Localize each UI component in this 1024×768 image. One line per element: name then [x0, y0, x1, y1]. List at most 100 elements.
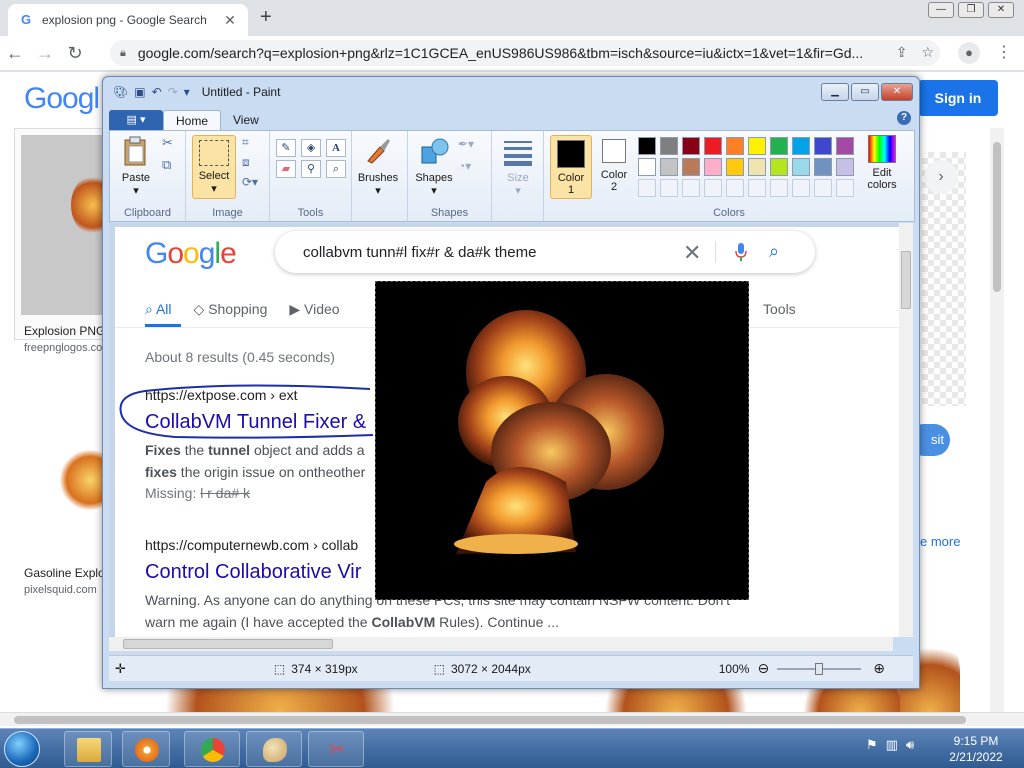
see-more-link[interactable]: e more — [920, 534, 960, 549]
color-swatch[interactable] — [836, 158, 854, 176]
image-caption[interactable]: Gasoline Explo — [24, 566, 105, 580]
tab-close-icon[interactable]: ✕ — [222, 12, 238, 29]
image-result-card[interactable] — [20, 380, 120, 560]
lock-icon[interactable]: 🔒︎ — [120, 47, 126, 60]
color-swatch[interactable] — [836, 137, 854, 155]
explosion-thumbnail[interactable] — [21, 135, 115, 315]
url-text[interactable]: google.com/search?q=explosion+png&rlz=1C… — [138, 45, 868, 61]
zoom-slider[interactable] — [777, 662, 862, 675]
page-horizontal-scrollbar[interactable] — [0, 712, 1024, 726]
color-swatch[interactable] — [748, 158, 766, 176]
cut-icon[interactable]: ✂ — [162, 135, 173, 151]
clock[interactable]: 9:15 PM 2/21/2022 — [946, 733, 1006, 765]
customize-dropdown-icon[interactable]: ▾ — [184, 85, 190, 99]
restore-button[interactable]: ❐ — [958, 2, 984, 18]
color-swatch[interactable] — [814, 137, 832, 155]
color2-button[interactable]: Color 2 — [594, 135, 634, 193]
color-swatch[interactable] — [748, 137, 766, 155]
color-swatch[interactable] — [660, 137, 678, 155]
fill-icon[interactable]: ◔▾ — [458, 159, 471, 173]
color-swatch[interactable] — [682, 158, 700, 176]
canvas-vertical-scrollbar[interactable] — [899, 223, 913, 637]
forward-arrow-icon[interactable]: → — [30, 43, 60, 64]
color-swatch[interactable] — [682, 179, 700, 197]
fill-bucket-icon[interactable]: ◈ — [301, 139, 321, 157]
browser-tab[interactable]: G explosion png - Google Search ✕ — [8, 4, 248, 36]
color-swatch[interactable] — [660, 179, 678, 197]
rotate-icon[interactable]: ⟳▾ — [242, 175, 258, 189]
paste-button[interactable]: Paste ▾ — [114, 135, 158, 197]
color-swatch[interactable] — [704, 137, 722, 155]
image-result-card[interactable] — [14, 128, 115, 340]
color-swatch[interactable] — [792, 179, 810, 197]
start-button[interactable] — [4, 731, 40, 767]
browser-menu-icon[interactable]: ⋮ — [996, 42, 1012, 62]
paint-app-icon[interactable]: 🎨︎ — [113, 85, 128, 99]
redo-icon[interactable]: ↷ — [168, 85, 178, 99]
color-swatch[interactable] — [770, 158, 788, 176]
edit-colors-button[interactable]: Edit colors — [858, 135, 906, 191]
color-swatch[interactable] — [792, 158, 810, 176]
next-arrow-icon[interactable]: › — [924, 160, 958, 194]
color-swatch[interactable] — [704, 179, 722, 197]
color-swatch[interactable] — [726, 158, 744, 176]
profile-avatar-icon[interactable]: ● — [958, 42, 980, 64]
outline-icon[interactable]: ✒▾ — [458, 137, 474, 151]
google-logo[interactable]: Googl — [24, 82, 100, 116]
pencil-icon[interactable]: ✎ — [276, 139, 296, 157]
page-vertical-scrollbar[interactable] — [990, 128, 1004, 712]
pasted-explosion-selection[interactable] — [375, 281, 749, 600]
color-swatch[interactable] — [726, 179, 744, 197]
file-menu-button[interactable]: ▤ ▾ — [109, 110, 163, 130]
brushes-button[interactable]: Brushes ▾ — [356, 135, 400, 197]
color-swatch[interactable] — [638, 137, 656, 155]
color-swatch[interactable] — [726, 137, 744, 155]
magnifier-icon[interactable]: ⌕ — [326, 160, 346, 178]
new-tab-button[interactable]: + — [260, 6, 272, 29]
network-icon[interactable]: ▥ — [886, 737, 898, 753]
tab-view[interactable]: View — [221, 110, 271, 130]
color-swatch[interactable] — [638, 158, 656, 176]
zoom-out-icon[interactable]: ⊖ — [757, 660, 769, 677]
color-swatch[interactable] — [682, 137, 700, 155]
paint-minimize-button[interactable]: ▁ — [821, 83, 849, 101]
save-icon[interactable]: ▣ — [134, 85, 145, 99]
color1-button[interactable]: Color 1 — [550, 135, 592, 199]
color-swatch[interactable] — [770, 179, 788, 197]
text-tool-icon[interactable]: A — [326, 139, 346, 157]
color-swatch[interactable] — [660, 158, 678, 176]
size-button[interactable]: Size ▾ — [496, 135, 540, 197]
color-swatch[interactable] — [770, 137, 788, 155]
address-bar[interactable]: 🔒︎ google.com/search?q=explosion+png&rlz… — [110, 40, 940, 66]
color-swatch[interactable] — [836, 179, 854, 197]
bookmark-star-icon[interactable]: ☆ — [921, 44, 934, 61]
share-icon[interactable]: ⇪ — [896, 44, 908, 61]
color-swatch[interactable] — [814, 179, 832, 197]
taskbar-chrome[interactable] — [184, 731, 240, 767]
back-arrow-icon[interactable]: ← — [0, 43, 30, 64]
canvas-horizontal-scrollbar[interactable] — [109, 637, 893, 651]
taskbar-explorer[interactable] — [64, 731, 112, 767]
paint-close-button[interactable]: ✕ — [881, 83, 913, 101]
zoom-in-icon[interactable]: ⊕ — [873, 660, 885, 677]
taskbar-media-player[interactable] — [122, 731, 170, 767]
copy-icon[interactable]: ⧉ — [162, 157, 171, 173]
paint-maximize-button[interactable]: ▭ — [851, 83, 879, 101]
action-center-flag-icon[interactable]: ⚑ — [866, 737, 878, 753]
reload-icon[interactable]: ↻ — [60, 43, 90, 64]
color-swatch[interactable] — [748, 179, 766, 197]
resize-icon[interactable]: ⧈ — [242, 155, 250, 170]
color-swatch[interactable] — [704, 158, 722, 176]
canvas[interactable]: Google collabvm tunn#l fix#r & da#k them… — [115, 227, 899, 637]
volume-icon[interactable]: 🔊︎ — [906, 737, 914, 753]
color-swatch[interactable] — [814, 158, 832, 176]
tab-home[interactable]: Home — [163, 110, 222, 130]
color-picker-icon[interactable]: ⚲ — [301, 160, 321, 178]
taskbar-paint[interactable] — [246, 731, 302, 767]
close-button[interactable]: ✕ — [988, 2, 1014, 18]
taskbar-snipping-tool[interactable]: ✂ — [308, 731, 364, 767]
shapes-button[interactable]: Shapes ▾ — [412, 135, 456, 197]
sign-in-button[interactable]: Sign in — [918, 80, 998, 116]
select-button[interactable]: Select ▾ — [192, 135, 236, 199]
eraser-icon[interactable]: ▰ — [276, 160, 296, 178]
